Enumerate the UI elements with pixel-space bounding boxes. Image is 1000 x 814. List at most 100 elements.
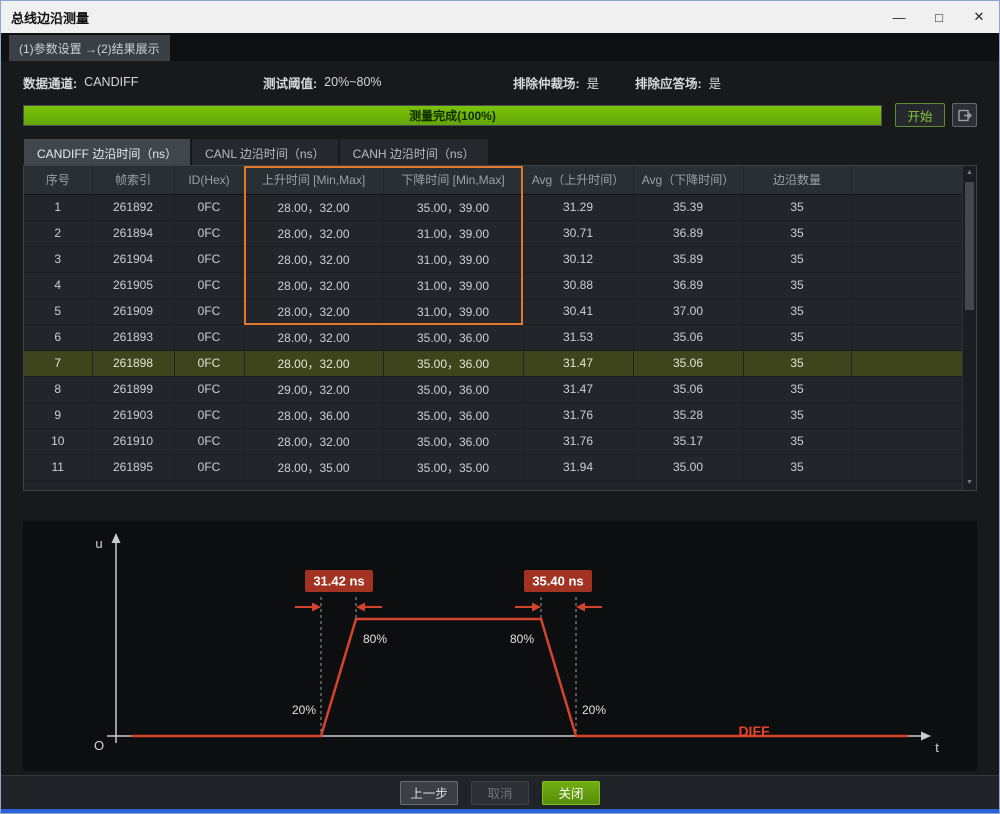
table-cell: 1 xyxy=(24,194,92,220)
table-cell: 0FC xyxy=(174,376,244,402)
progress-row: 测量完成(100%) 开始 xyxy=(23,103,977,127)
table-cell: 0FC xyxy=(174,428,244,454)
maximize-button[interactable]: □ xyxy=(919,1,959,33)
table-cell: 30.71 xyxy=(523,220,633,246)
table-cell: 35 xyxy=(743,246,851,272)
tab-canh[interactable]: CANH 边沿时间（ns） xyxy=(339,138,489,165)
table-cell: 35 xyxy=(743,402,851,428)
table-cell: 28.00，32.00 xyxy=(244,428,383,454)
table-row[interactable]: 12618920FC28.00，32.0035.00，39.0031.2935.… xyxy=(24,194,965,220)
table-cell: 28.00，32.00 xyxy=(244,246,383,272)
column-header[interactable]: ID(Hex) xyxy=(174,166,244,194)
x-axis-arrow-icon xyxy=(921,732,931,741)
table-cell xyxy=(851,298,965,324)
table-cell: 35.89 xyxy=(633,246,743,272)
table-row[interactable]: 82618990FC29.00，32.0035.00，36.0031.4735.… xyxy=(24,376,965,402)
scrollbar-thumb[interactable] xyxy=(965,182,974,310)
threshold-value: 20%~80% xyxy=(324,75,381,89)
table-row[interactable]: 52619090FC28.00，32.0031.00，39.0030.4137.… xyxy=(24,298,965,324)
table-cell: 31.47 xyxy=(523,350,633,376)
table-cell: 11 xyxy=(24,454,92,480)
scrollbar-down-icon[interactable]: ▼ xyxy=(963,476,976,490)
window-border-bottom xyxy=(1,809,999,813)
table-cell: 31.00，39.00 xyxy=(383,246,523,272)
table-cell: 0FC xyxy=(174,454,244,480)
threshold-label: 测试阈值: xyxy=(263,73,317,92)
table-cell: 0FC xyxy=(174,220,244,246)
column-header[interactable]: 序号 xyxy=(24,166,92,194)
table-scrollbar[interactable]: ▲ ▼ xyxy=(962,166,976,490)
column-header[interactable]: Avg（下降时间） xyxy=(633,166,743,194)
table-cell: 35.17 xyxy=(633,428,743,454)
table-cell: 261905 xyxy=(92,272,174,298)
table-row[interactable]: 32619040FC28.00，32.0031.00，39.0030.1235.… xyxy=(24,246,965,272)
table-row[interactable]: 102619100FC28.00，32.0035.00，36.0031.7635… xyxy=(24,428,965,454)
table-cell: 0FC xyxy=(174,350,244,376)
rise-arrow-right-head-icon xyxy=(356,603,365,612)
export-button[interactable] xyxy=(952,103,977,127)
minimize-button[interactable]: — xyxy=(879,1,919,33)
table-cell: 35.00，36.00 xyxy=(383,402,523,428)
table-cell xyxy=(851,428,965,454)
table-cell: 35 xyxy=(743,376,851,402)
channel-label: 数据通道: xyxy=(23,73,77,92)
signal-name-label: DIFF xyxy=(738,723,770,739)
table-body: 12618920FC28.00，32.0035.00，39.0031.2935.… xyxy=(24,194,965,480)
table-row[interactable]: 72618980FC28.00，32.0035.00，36.0031.4735.… xyxy=(24,350,965,376)
table-row[interactable]: 92619030FC28.00，36.0035.00，36.0031.7635.… xyxy=(24,402,965,428)
table-cell: 35.00，36.00 xyxy=(383,324,523,350)
table-cell: 0FC xyxy=(174,272,244,298)
cancel-button[interactable]: 取消 xyxy=(471,781,529,805)
fall-low-threshold-label: 20% xyxy=(582,703,606,717)
table-row[interactable]: 62618930FC28.00，32.0035.00，36.0031.5335.… xyxy=(24,324,965,350)
close-dialog-button[interactable]: 关闭 xyxy=(542,781,600,805)
fall-arrow-right-head-icon xyxy=(576,603,585,612)
table-cell: 29.00，32.00 xyxy=(244,376,383,402)
close-button[interactable]: ✕ xyxy=(959,1,999,33)
start-button[interactable]: 开始 xyxy=(895,103,945,127)
table-cell: 7 xyxy=(24,350,92,376)
tab-candiff[interactable]: CANDIFF 边沿时间（ns） xyxy=(23,138,191,165)
param-ack: 排除应答场: 是 xyxy=(635,73,721,92)
table-cell: 35 xyxy=(743,428,851,454)
table-cell: 6 xyxy=(24,324,92,350)
tab-canl[interactable]: CANL 边沿时间（ns） xyxy=(191,138,339,165)
prev-step-button[interactable]: 上一步 xyxy=(400,781,458,805)
table-cell: 35.06 xyxy=(633,324,743,350)
rise-arrow-left-head-icon xyxy=(312,603,321,612)
param-threshold: 测试阈值: 20%~80% xyxy=(263,73,513,92)
table-cell: 35 xyxy=(743,298,851,324)
table-row[interactable]: 42619050FC28.00，32.0031.00，39.0030.8836.… xyxy=(24,272,965,298)
table-cell xyxy=(851,194,965,220)
arbitration-label: 排除仲裁场: xyxy=(513,73,580,92)
rise-low-threshold-label: 20% xyxy=(292,703,316,717)
minimize-icon: — xyxy=(893,10,906,25)
table-cell: 35 xyxy=(743,272,851,298)
table-cell: 10 xyxy=(24,428,92,454)
table-header-row: 序号帧索引ID(Hex)上升时间 [Min,Max]下降时间 [Min,Max]… xyxy=(24,166,965,194)
table-cell: 28.00，32.00 xyxy=(244,194,383,220)
column-header[interactable]: 边沿数量 xyxy=(743,166,851,194)
table-cell: 35 xyxy=(743,350,851,376)
table-cell: 261903 xyxy=(92,402,174,428)
table-cell: 28.00，32.00 xyxy=(244,298,383,324)
table-row[interactable]: 112618950FC28.00，35.0035.00，35.0031.9435… xyxy=(24,454,965,480)
column-header[interactable]: 帧索引 xyxy=(92,166,174,194)
table-cell: 28.00，36.00 xyxy=(244,402,383,428)
table-cell: 261892 xyxy=(92,194,174,220)
table-cell: 3 xyxy=(24,246,92,272)
close-icon: ✕ xyxy=(974,9,985,25)
column-header[interactable]: 上升时间 [Min,Max] xyxy=(244,166,383,194)
table-cell: 36.89 xyxy=(633,272,743,298)
param-channel: 数据通道: CANDIFF xyxy=(23,73,263,92)
table-cell: 28.00，35.00 xyxy=(244,454,383,480)
table-cell: 28.00，32.00 xyxy=(244,220,383,246)
table-cell: 36.89 xyxy=(633,220,743,246)
column-header[interactable]: Avg（上升时间） xyxy=(523,166,633,194)
table-cell: 4 xyxy=(24,272,92,298)
step-tab[interactable]: (1)参数设置 →(2)结果展示 xyxy=(9,35,170,61)
scrollbar-up-icon[interactable]: ▲ xyxy=(963,166,976,180)
table-cell: 35 xyxy=(743,324,851,350)
column-header[interactable]: 下降时间 [Min,Max] xyxy=(383,166,523,194)
table-row[interactable]: 22618940FC28.00，32.0031.00，39.0030.7136.… xyxy=(24,220,965,246)
